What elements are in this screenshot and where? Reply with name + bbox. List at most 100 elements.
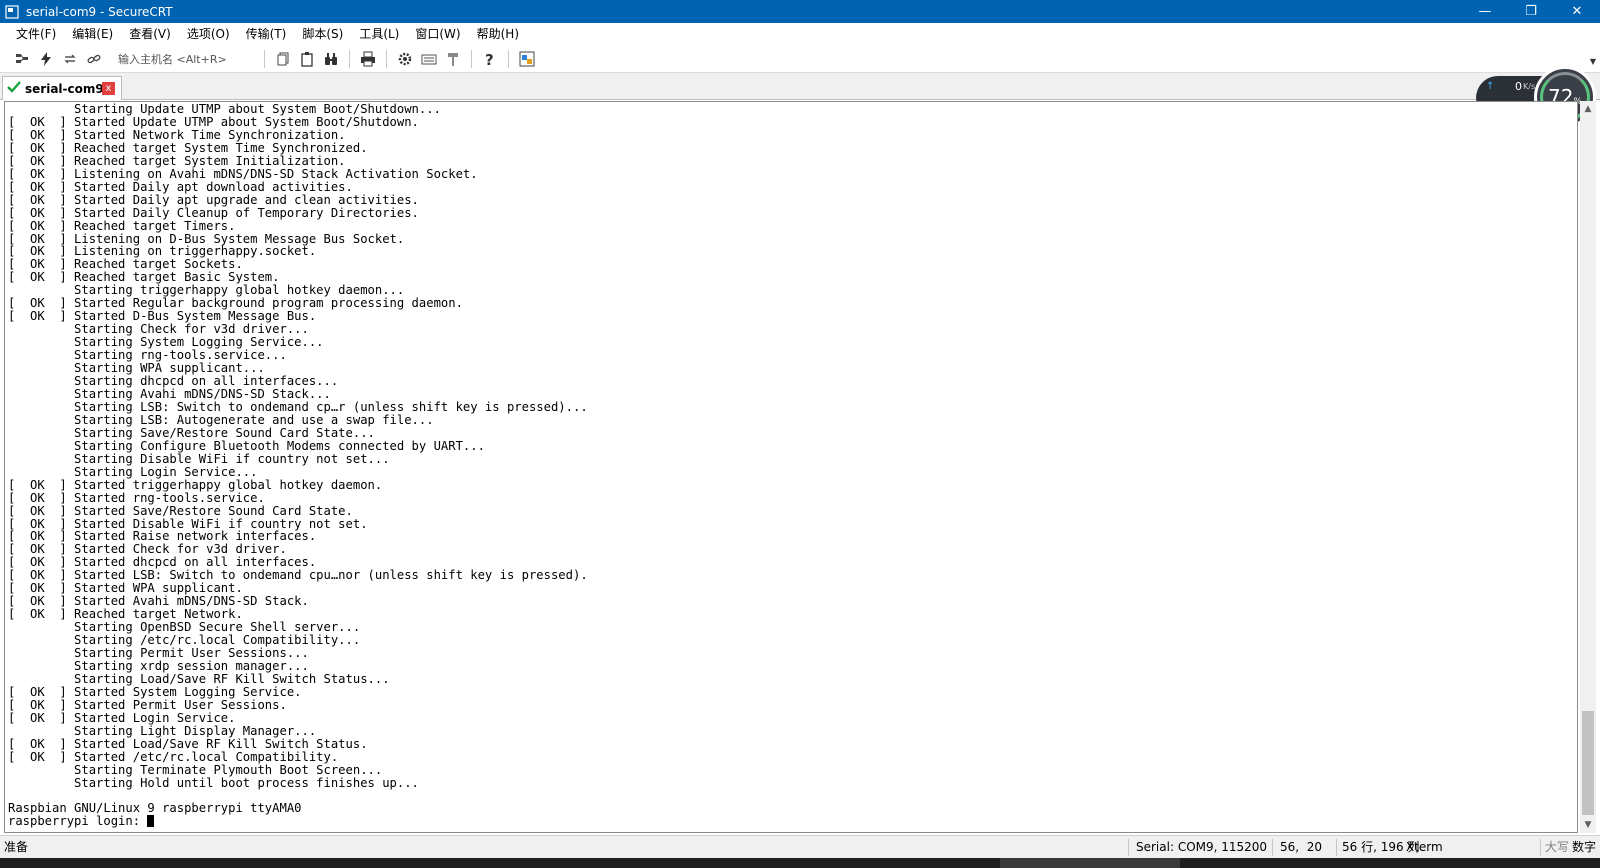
terminal-cursor	[147, 815, 155, 828]
session-options-icon[interactable]	[441, 48, 465, 70]
tab-close-icon[interactable]: x	[102, 82, 115, 95]
terminal-line: Starting Load/Save RF Kill Switch Status…	[8, 671, 390, 686]
sftp-icon[interactable]	[515, 48, 539, 70]
toolbar-separator	[264, 49, 265, 68]
terminal-line: [ OK ] Started /etc/rc.local Compatibili…	[8, 749, 339, 764]
connected-check-icon	[7, 80, 21, 97]
paste-icon[interactable]	[295, 48, 319, 70]
help-icon[interactable]: ?	[478, 48, 502, 70]
terminal-line: [ OK ] Started Daily Cleanup of Temporar…	[8, 205, 419, 220]
restore-button[interactable]: ❐	[1508, 0, 1554, 23]
toolbar: 输入主机名 <Alt+R> ? ▼	[0, 45, 1600, 73]
status-caps: 大写	[1545, 840, 1570, 854]
status-ready: 准备	[4, 840, 29, 854]
lightning-icon[interactable]	[34, 48, 58, 70]
securecrt-app-icon[interactable]	[4, 4, 20, 20]
menu-view[interactable]: 查看(V)	[121, 23, 179, 45]
terminal-line: [ OK ] Started Daily apt upgrade and cle…	[8, 192, 419, 207]
host-input[interactable]: 输入主机名 <Alt+R>	[112, 49, 252, 69]
terminal-line: Starting Terminate Plymouth Boot Screen.…	[8, 762, 383, 777]
status-num: 数字	[1572, 840, 1597, 854]
taskbar-strip	[0, 858, 1600, 868]
find-icon[interactable]	[319, 48, 343, 70]
terminal-line: [ OK ] Started Network Time Synchronizat…	[8, 127, 346, 142]
terminal-line: [ OK ] Started System Logging Service.	[8, 684, 302, 699]
terminal-line: Starting Disable WiFi if country not set…	[8, 451, 390, 466]
close-button[interactable]: ✕	[1554, 0, 1600, 23]
menu-options[interactable]: 选项(O)	[179, 23, 238, 45]
scroll-up-icon[interactable]: ▲	[1580, 101, 1596, 117]
status-emulation: Xterm	[1406, 840, 1443, 854]
minimize-icon: —	[1478, 4, 1492, 19]
toolbar-separator	[471, 49, 472, 68]
toolbar-overflow-icon[interactable]: ▼	[1590, 57, 1596, 66]
title-bar: serial-com9 - SecureCRT — ❐ ✕	[0, 0, 1600, 23]
terminal-line: Starting xrdp session manager...	[8, 658, 309, 673]
terminal-line: [ OK ] Started Daily apt download activi…	[8, 179, 353, 194]
status-bar: 准备 Serial: COM9, 115200 56, 20 56 行, 196…	[0, 835, 1600, 858]
upload-speed: ↑ 0 K/s	[1486, 80, 1535, 93]
menu-window[interactable]: 窗口(W)	[407, 23, 468, 45]
terminal-line: Starting Configure Bluetooth Modems conn…	[8, 438, 485, 453]
terminal-line: [ OK ] Reached target System Time Synchr…	[8, 140, 368, 155]
taskbar-active-item	[1000, 858, 1180, 868]
status-separator	[1272, 839, 1273, 856]
status-separator	[1128, 839, 1129, 856]
disconnect-icon[interactable]	[82, 48, 106, 70]
terminal-line: [ OK ] Started Permit User Sessions.	[8, 697, 287, 712]
menu-bar: 文件(F) 编辑(E) 查看(V) 选项(O) 传输(T) 脚本(S) 工具(L…	[0, 23, 1600, 45]
status-cursor-pos: 56, 20	[1280, 840, 1322, 854]
print-icon[interactable]	[356, 48, 380, 70]
menu-tools[interactable]: 工具(L)	[351, 23, 407, 45]
menu-file[interactable]: 文件(F)	[8, 23, 64, 45]
scroll-thumb[interactable]	[1582, 711, 1594, 815]
close-icon: ✕	[1571, 4, 1583, 19]
reconnect-icon[interactable]	[58, 48, 82, 70]
terminal-line: [ OK ] Started Update UTMP about System …	[8, 114, 419, 129]
terminal-line: Starting Login Service...	[8, 464, 258, 479]
terminal-line: Starting Update UTMP about System Boot/S…	[8, 102, 441, 116]
menu-help[interactable]: 帮助(H)	[469, 23, 527, 45]
terminal-line: Starting LSB: Autogenerate and use a swa…	[8, 412, 434, 427]
tab-label: serial-com9	[25, 81, 104, 96]
terminal-line: Starting Hold until boot process finishe…	[8, 775, 419, 790]
login-prompt-line: raspberrypi login:	[8, 815, 588, 828]
toolbar-separator	[349, 49, 350, 68]
minimize-button[interactable]: —	[1462, 0, 1508, 23]
terminal-view[interactable]: Starting Update UTMP about System Boot/S…	[4, 101, 1578, 833]
login-prompt: raspberrypi login:	[8, 814, 148, 829]
terminal-line: [ OK ] Started Load/Save RF Kill Switch …	[8, 736, 368, 751]
tab-strip: serial-com9 x	[0, 73, 1600, 100]
scroll-down-icon[interactable]: ▼	[1580, 817, 1596, 833]
window-controls: — ❐ ✕	[1462, 0, 1600, 23]
terminal-line: [ OK ] Started triggerhappy global hotke…	[8, 477, 383, 492]
terminal-line: Starting Save/Restore Sound Card State..…	[8, 425, 375, 440]
restore-icon: ❐	[1525, 4, 1537, 19]
terminal-line: [ OK ] Reached target Timers.	[8, 218, 236, 233]
terminal-line: [ OK ] Reached target System Initializat…	[8, 153, 346, 168]
upload-value: 0	[1515, 80, 1522, 93]
settings-gear-icon[interactable]	[393, 48, 417, 70]
tab-serial-com9[interactable]: serial-com9 x	[2, 76, 122, 100]
terminal-line: Starting LSB: Switch to ondemand cp…r (u…	[8, 399, 588, 414]
status-serial: Serial: COM9, 115200	[1136, 840, 1268, 854]
terminal-line: [ OK ] Started Login Service.	[8, 710, 236, 725]
menu-edit[interactable]: 编辑(E)	[64, 23, 121, 45]
copy-icon[interactable]	[271, 48, 295, 70]
upload-unit: K/s	[1523, 82, 1536, 91]
terminal-output: Starting Update UTMP about System Boot/S…	[8, 103, 588, 828]
window-title: serial-com9 - SecureCRT	[26, 4, 173, 19]
terminal-line: Starting Light Display Manager...	[8, 723, 317, 738]
status-separator	[1540, 839, 1541, 856]
upload-arrow-icon: ↑	[1486, 81, 1495, 92]
terminal-line: [ OK ] Started rng-tools.service.	[8, 490, 265, 505]
terminal-line: [ OK ] Listening on Avahi mDNS/DNS-SD St…	[8, 166, 478, 181]
menu-script[interactable]: 脚本(S)	[294, 23, 351, 45]
connect-bar-icon[interactable]	[10, 48, 34, 70]
keymap-icon[interactable]	[417, 48, 441, 70]
status-separator	[1336, 839, 1337, 856]
svg-text:?: ?	[485, 51, 494, 67]
menu-transfer[interactable]: 传输(T)	[238, 23, 295, 45]
terminal-scrollbar[interactable]: ▲ ▼	[1580, 101, 1596, 833]
terminal-line: [ OK ] Started Save/Restore Sound Card S…	[8, 503, 353, 518]
